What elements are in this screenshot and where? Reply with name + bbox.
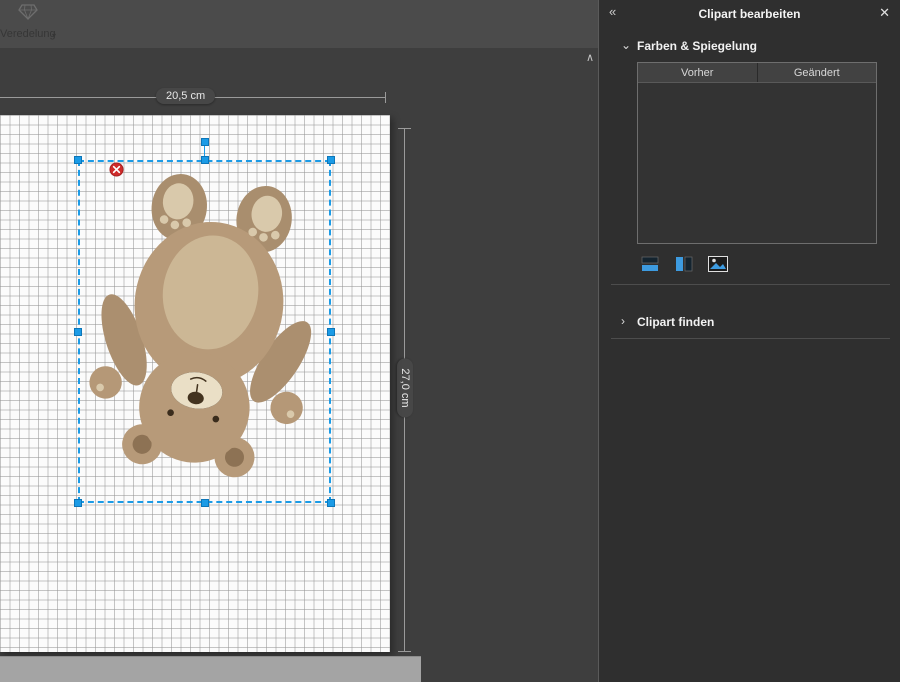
table-header-vorher: Vorher bbox=[638, 63, 758, 82]
flip-vertical-icon bbox=[641, 256, 659, 272]
close-panel-button[interactable]: ✕ bbox=[879, 5, 890, 21]
height-measure-label: 27,0 cm bbox=[397, 358, 413, 417]
height-measure-tick-top bbox=[398, 128, 411, 129]
section-title: Farben & Spiegelung bbox=[637, 39, 757, 53]
selection-handle-ne[interactable] bbox=[327, 156, 335, 164]
chevron-down-icon: ⌄ bbox=[621, 38, 631, 52]
caret-down-icon: ▾ bbox=[52, 31, 56, 40]
rotation-handle[interactable] bbox=[201, 138, 209, 146]
section-title: Clipart finden bbox=[637, 315, 714, 329]
document-canvas[interactable] bbox=[0, 115, 390, 652]
selection-handle-n[interactable] bbox=[201, 156, 209, 164]
width-measure-tick bbox=[385, 92, 386, 103]
section-farben-header[interactable]: ⌄ Farben & Spiegelung bbox=[599, 38, 900, 56]
table-header-geaendert: Geändert bbox=[758, 63, 877, 82]
image-icon bbox=[708, 256, 728, 272]
table-body[interactable] bbox=[638, 83, 876, 243]
chevron-right-icon: › bbox=[621, 314, 625, 328]
selection-handle-sw[interactable] bbox=[74, 499, 82, 507]
selection-handle-w[interactable] bbox=[74, 328, 82, 336]
flip-vertical-button[interactable] bbox=[639, 255, 661, 273]
collapse-up-button[interactable]: ∧ bbox=[586, 51, 594, 64]
replace-image-button[interactable] bbox=[707, 255, 729, 273]
mirror-buttons-row bbox=[639, 255, 729, 273]
section-divider bbox=[611, 284, 890, 285]
height-measure-tick-bottom bbox=[398, 651, 411, 652]
selection-handle-s[interactable] bbox=[201, 499, 209, 507]
flip-horizontal-button[interactable] bbox=[673, 255, 695, 273]
app-window: Veredelung ▾ Bearbeiten bbox=[0, 0, 900, 682]
selection-handle-se[interactable] bbox=[327, 499, 335, 507]
color-comparison-table: Vorher Geändert bbox=[637, 62, 877, 244]
clipart-bear-image[interactable] bbox=[86, 169, 324, 500]
section-finden-header[interactable]: › Clipart finden bbox=[599, 314, 900, 332]
veredelung-label: Veredelung bbox=[0, 28, 56, 40]
selection-handle-nw[interactable] bbox=[74, 156, 82, 164]
table-header-row: Vorher Geändert bbox=[638, 63, 876, 83]
selection-handle-e[interactable] bbox=[327, 328, 335, 336]
width-measure-label: 20,5 cm bbox=[156, 88, 215, 104]
gem-icon bbox=[18, 4, 38, 25]
selection-box[interactable] bbox=[78, 160, 331, 503]
flip-horizontal-icon bbox=[675, 256, 693, 272]
clipart-panel: « Clipart bearbeiten ✕ ⌄ Farben & Spiege… bbox=[598, 0, 900, 682]
section-divider bbox=[611, 338, 890, 339]
horizontal-scrollbar[interactable] bbox=[0, 656, 421, 682]
panel-title: Clipart bearbeiten bbox=[599, 7, 900, 21]
veredelung-tool[interactable]: Veredelung ▾ bbox=[0, 2, 78, 46]
panel-header: « Clipart bearbeiten ✕ bbox=[599, 0, 900, 28]
